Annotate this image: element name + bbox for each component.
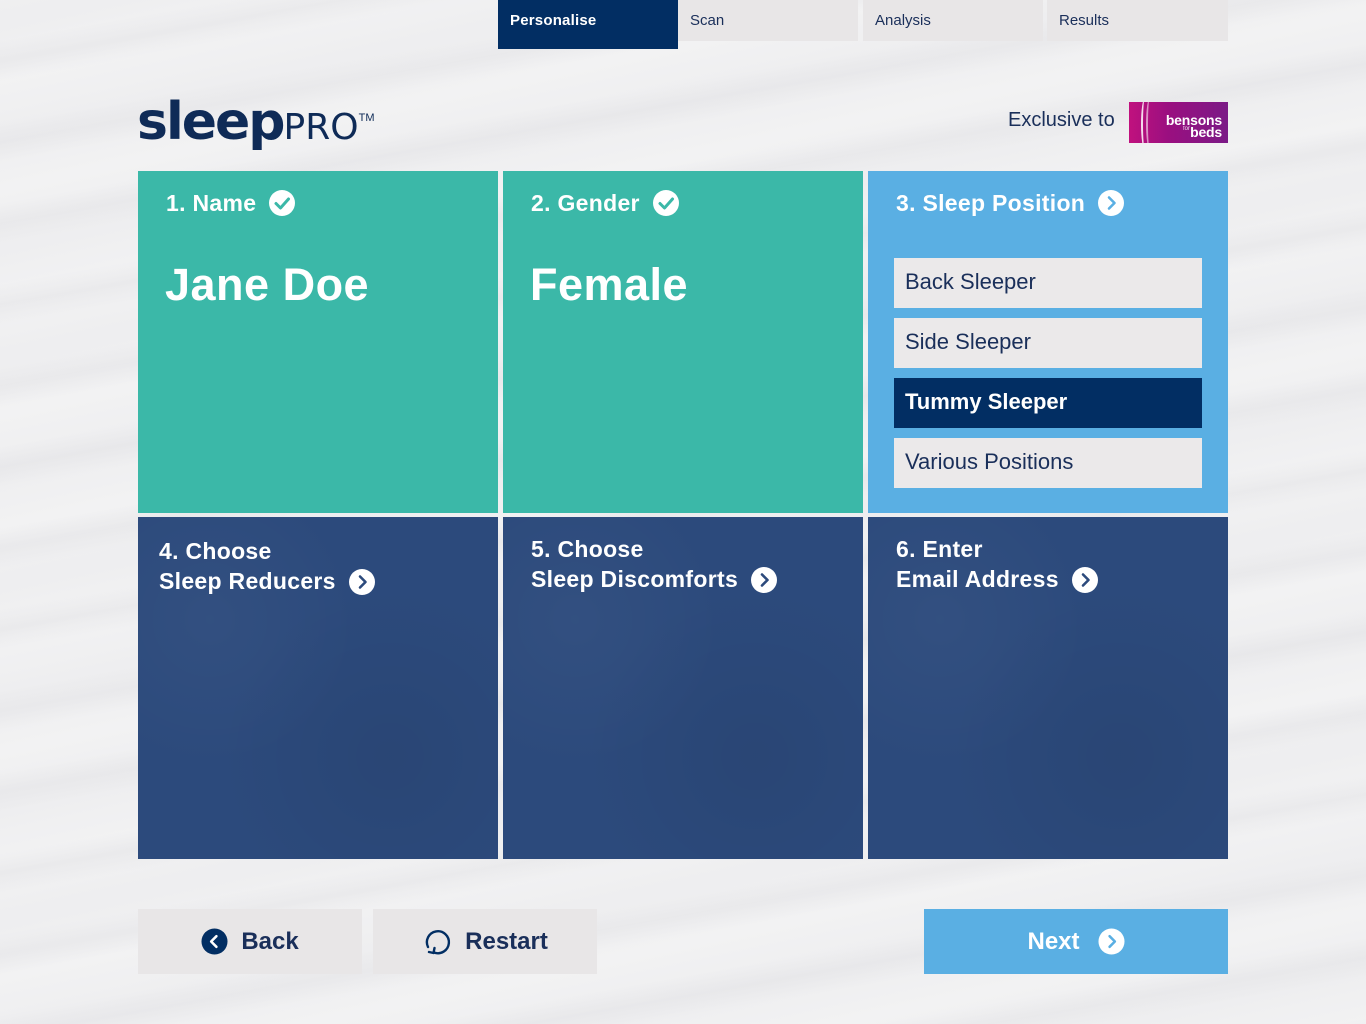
logo-sleep-text: sleep [137,92,286,152]
step-name-panel[interactable]: 1. Name Jane Doe [138,171,498,513]
chevron-left-circle-icon [201,928,228,955]
step-email-title-line1: 6. Enter [896,536,983,562]
step-name-title: 1. Name [166,188,296,218]
step-sleep-discomforts-title-line1: 5. Choose [531,536,644,562]
step-sleep-position-panel: 3. Sleep Position Back Sleeper Side Slee… [868,171,1228,513]
step-email-title-line2: Email Address [896,566,1059,592]
option-various-positions[interactable]: Various Positions [894,438,1202,488]
chevron-right-circle-icon [1097,928,1125,955]
exclusive-to-label: Exclusive to [1008,109,1115,131]
step-sleep-discomforts-panel[interactable]: 5. Choose Sleep Discomforts [503,517,863,859]
bensons-for-beds-logo: bensons for beds [1129,102,1228,143]
chevron-right-circle-icon [1097,189,1125,217]
back-button[interactable]: Back [138,909,362,974]
chevron-right-circle-icon [348,568,376,596]
option-side-sleeper[interactable]: Side Sleeper [894,318,1202,368]
option-back-sleeper[interactable]: Back Sleeper [894,258,1202,308]
tab-scan[interactable]: Scan [678,0,858,41]
step-email-title: 6. Enter Email Address [896,534,1099,594]
step-gender-title: 2. Gender [531,188,680,218]
step-email-panel[interactable]: 6. Enter Email Address [868,517,1228,859]
restart-button-label: Restart [465,927,548,955]
step-sleep-discomforts-title: 5. Choose Sleep Discomforts [531,534,778,594]
step-name-title-text: 1. Name [166,190,257,216]
step-sleep-position-title-text: 3. Sleep Position [896,190,1086,216]
partner-logo-line2: beds [1190,124,1222,140]
step-name-value: Jane Doe [165,259,370,310]
check-circle-icon [652,189,680,217]
restart-button[interactable]: Restart [373,909,597,974]
logo-pro-text: PRO [283,107,359,148]
partner-logo-for: for [1182,126,1190,132]
chevron-right-circle-icon [1071,566,1099,594]
step-gender-value: Female [530,259,689,310]
step-sleep-discomforts-title-line2: Sleep Discomforts [531,566,739,592]
check-circle-icon [268,189,296,217]
step-sleep-reducers-title-line2: Sleep Reducers [159,568,336,594]
tab-analysis[interactable]: Analysis [863,0,1043,41]
sleeppro-logo: sleepPROTM [137,92,377,152]
back-button-label: Back [241,927,299,955]
step-sleep-position-title: 3. Sleep Position [896,188,1125,218]
step-sleep-reducers-title: 4. Choose Sleep Reducers [159,536,376,596]
tab-results[interactable]: Results [1047,0,1228,41]
option-tummy-sleeper[interactable]: Tummy Sleeper [894,378,1202,428]
step-gender-title-text: 2. Gender [531,190,640,216]
step-sleep-reducers-panel[interactable]: 4. Choose Sleep Reducers [138,517,498,859]
step-tabs: Personalise Scan Analysis Results [498,0,1228,49]
restart-icon [422,927,452,957]
logo-tm-text: TM [358,111,375,124]
chevron-right-circle-icon [750,566,778,594]
next-button[interactable]: Next [924,909,1228,974]
next-button-label: Next [1027,927,1080,955]
step-sleep-reducers-title-line1: 4. Choose [159,538,272,564]
tab-personalise[interactable]: Personalise [498,0,678,49]
step-gender-panel[interactable]: 2. Gender Female [503,171,863,513]
